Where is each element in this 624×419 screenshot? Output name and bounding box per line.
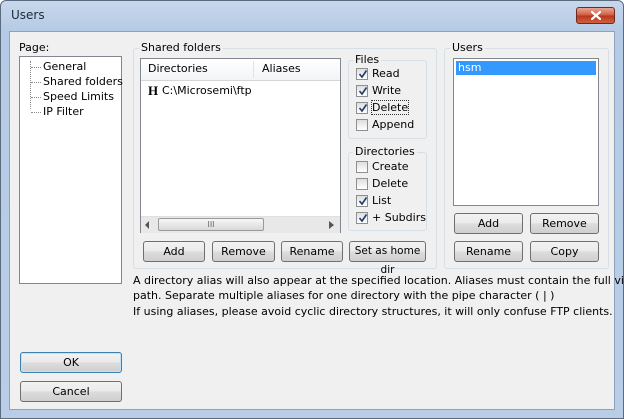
shared-folders-list[interactable]: Directories Aliases H C:\Microsemi\ftp I…: [140, 58, 341, 233]
tree-item-general[interactable]: General: [20, 60, 120, 74]
files-delete-checkbox[interactable]: Delete: [356, 100, 416, 116]
checkmark-icon: [358, 104, 368, 113]
row-path: C:\Microsemi\ftp: [162, 84, 252, 97]
tree-item-ip-filter[interactable]: IP Filter: [20, 105, 120, 119]
table-row[interactable]: H C:\Microsemi\ftp: [143, 83, 339, 98]
checkmark-icon: [358, 70, 368, 79]
column-header-aliases[interactable]: Aliases: [262, 59, 301, 79]
dir-list-checkbox[interactable]: List: [356, 194, 416, 209]
users-list[interactable]: hsm: [453, 58, 599, 206]
checkmark-icon: [358, 197, 368, 206]
alias-info-line-1: A directory alias will also appear at th…: [133, 274, 624, 287]
copy-user-button[interactable]: Copy: [530, 241, 599, 262]
set-home-dir-button[interactable]: Set as home dir: [349, 241, 426, 276]
scroll-right-arrow-icon[interactable]: [329, 221, 334, 229]
users-dialog-window: Users Page: General Shared folders Speed…: [0, 0, 624, 419]
directories-title: Directories: [353, 145, 417, 158]
cancel-button[interactable]: Cancel: [20, 381, 122, 402]
page-tree[interactable]: General Shared folders Speed Limits IP F…: [19, 56, 123, 284]
files-title: Files: [353, 53, 382, 66]
horizontal-scrollbar[interactable]: III: [141, 216, 340, 233]
column-header-directories[interactable]: Directories: [148, 59, 208, 79]
checkmark-icon: [358, 214, 368, 223]
home-dir-marker: H: [148, 83, 159, 98]
tree-item-speed-limits[interactable]: Speed Limits: [20, 90, 120, 104]
close-button[interactable]: [576, 7, 615, 24]
window-title: Users: [11, 8, 45, 22]
list-item[interactable]: hsm: [456, 61, 596, 75]
rename-user-button[interactable]: Rename: [454, 241, 523, 262]
files-read-checkbox[interactable]: Read: [356, 67, 416, 82]
column-divider[interactable]: [253, 61, 254, 78]
dir-create-checkbox[interactable]: Create: [356, 160, 416, 175]
shared-folders-title: Shared folders: [139, 41, 223, 54]
remove-user-button[interactable]: Remove: [530, 213, 599, 234]
add-user-button[interactable]: Add: [454, 213, 523, 234]
title-bar[interactable]: Users: [1, 1, 623, 31]
dir-delete-checkbox[interactable]: Delete: [356, 177, 416, 192]
dialog-client-area: Page: General Shared folders Speed Limit…: [9, 31, 623, 410]
rename-folder-button[interactable]: Rename: [281, 241, 343, 262]
tree-item-shared-folders[interactable]: Shared folders: [20, 75, 123, 89]
ok-button[interactable]: OK: [20, 352, 122, 373]
alias-info-line-3: If using aliases, please avoid cyclic di…: [133, 305, 613, 318]
users-title: Users: [450, 41, 485, 54]
files-write-checkbox[interactable]: Write: [356, 84, 416, 99]
page-label: Page:: [19, 41, 50, 54]
checkmark-icon: [358, 87, 368, 96]
add-folder-button[interactable]: Add: [143, 241, 205, 262]
dir-subdirs-checkbox[interactable]: + Subdirs: [356, 211, 426, 226]
files-append-checkbox[interactable]: Append: [356, 118, 416, 133]
alias-info-line-2: path. Separate multiple aliases for one …: [133, 289, 555, 302]
scroll-thumb[interactable]: III: [158, 218, 264, 231]
close-icon: [591, 11, 601, 20]
remove-folder-button[interactable]: Remove: [212, 241, 275, 262]
scroll-left-arrow-icon[interactable]: [145, 221, 150, 229]
